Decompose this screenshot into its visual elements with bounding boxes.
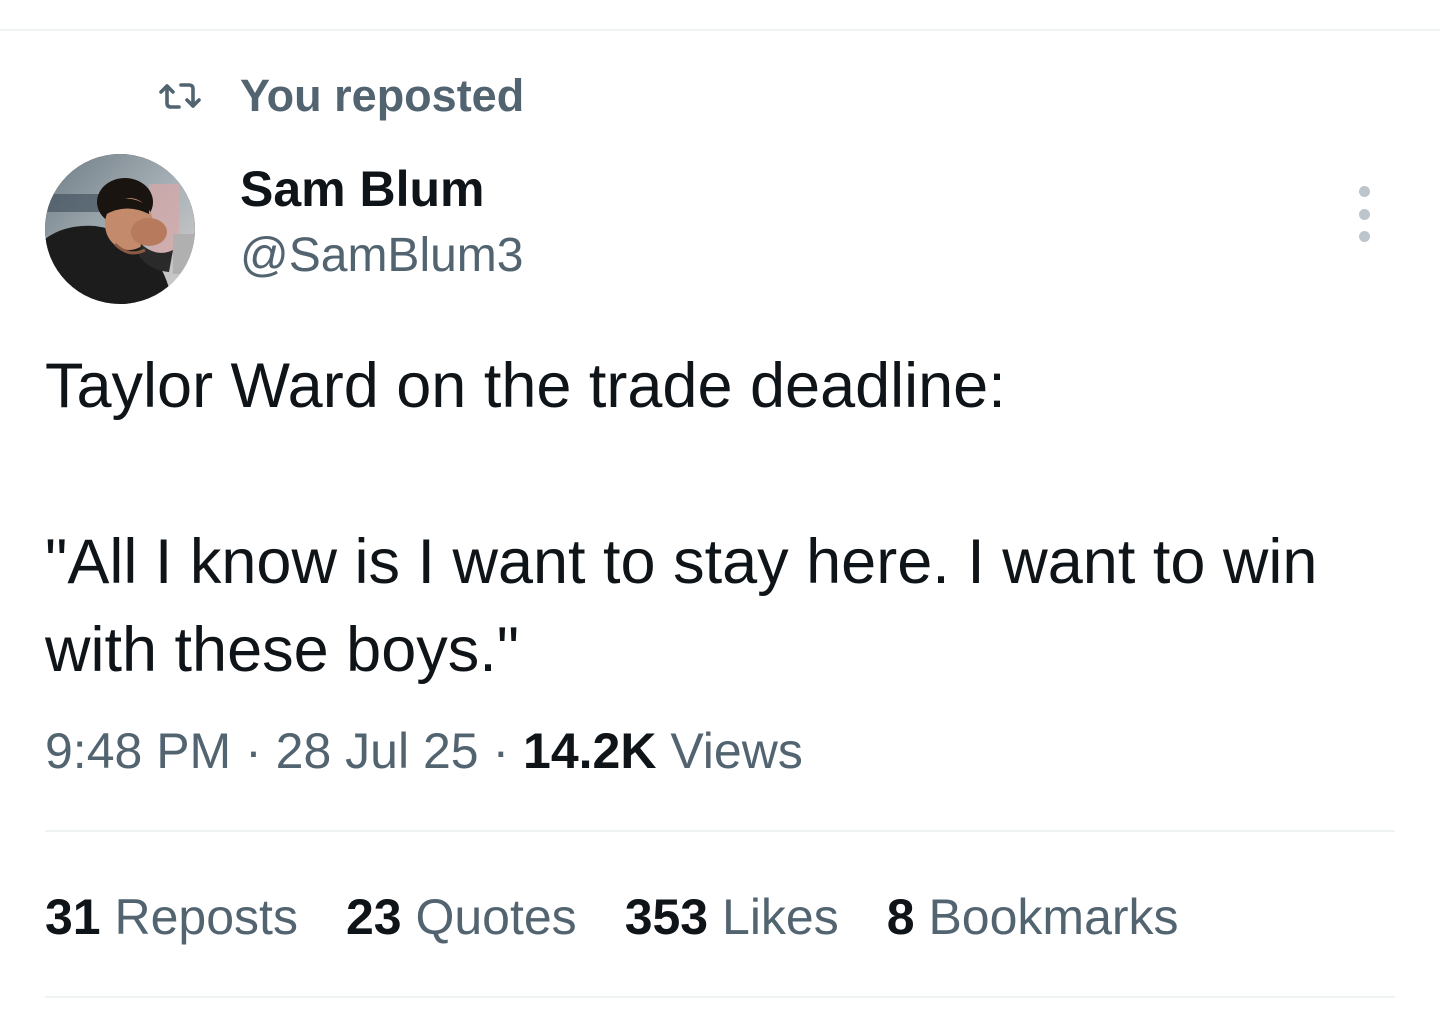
more-options-button[interactable] bbox=[1346, 186, 1382, 242]
tweet-meta: 9:48 PM · 28 Jul 25 · 14.2K Views bbox=[45, 722, 803, 780]
reposts-count: 31 bbox=[45, 889, 101, 945]
top-divider bbox=[0, 29, 1440, 31]
reposts-label: Reposts bbox=[100, 889, 298, 945]
repost-header[interactable]: You reposted bbox=[158, 66, 524, 126]
divider bbox=[45, 996, 1395, 998]
likes-stat[interactable]: 353 Likes bbox=[625, 888, 839, 946]
reposts-stat[interactable]: 31 Reposts bbox=[45, 888, 298, 946]
repost-label: You reposted bbox=[240, 70, 525, 121]
tweet-line-1: Taylor Ward on the trade deadline: bbox=[45, 351, 1006, 421]
likes-count: 353 bbox=[624, 889, 709, 945]
avatar[interactable] bbox=[45, 154, 195, 304]
likes-label: Likes bbox=[708, 889, 839, 945]
bookmarks-stat[interactable]: 8 Bookmarks bbox=[887, 888, 1179, 946]
tweet-text: Taylor Ward on the trade deadline: "All … bbox=[45, 342, 1405, 694]
more-dot bbox=[1358, 231, 1370, 242]
divider bbox=[45, 830, 1395, 832]
author-handle[interactable]: @SamBlum3 bbox=[240, 228, 523, 283]
tweet-page: You reposted Sam Blum @SamBlum3 Taylor W… bbox=[0, 0, 1440, 1024]
engagement-stats: 31 Reposts 23 Quotes 353 Likes 8 Bookmar… bbox=[45, 888, 1227, 946]
more-dot bbox=[1358, 208, 1370, 220]
quotes-label: Quotes bbox=[401, 889, 577, 945]
bookmarks-count: 8 bbox=[886, 889, 915, 945]
meta-separator: · bbox=[231, 723, 276, 779]
author-name[interactable]: Sam Blum bbox=[240, 160, 485, 218]
views-label: Views bbox=[656, 723, 803, 779]
views-count: 14.2K bbox=[523, 723, 657, 779]
bookmarks-label: Bookmarks bbox=[914, 889, 1179, 945]
more-vertical-icon bbox=[1358, 186, 1370, 197]
tweet-time[interactable]: 9:48 PM bbox=[45, 723, 231, 779]
repost-icon bbox=[158, 81, 202, 111]
meta-separator: · bbox=[478, 723, 524, 779]
tweet-line-2: "All I know is I want to stay here. I wa… bbox=[45, 527, 1318, 685]
quotes-count: 23 bbox=[345, 889, 402, 945]
tweet-date[interactable]: 28 Jul 25 bbox=[276, 723, 479, 779]
quotes-stat[interactable]: 23 Quotes bbox=[346, 888, 577, 946]
